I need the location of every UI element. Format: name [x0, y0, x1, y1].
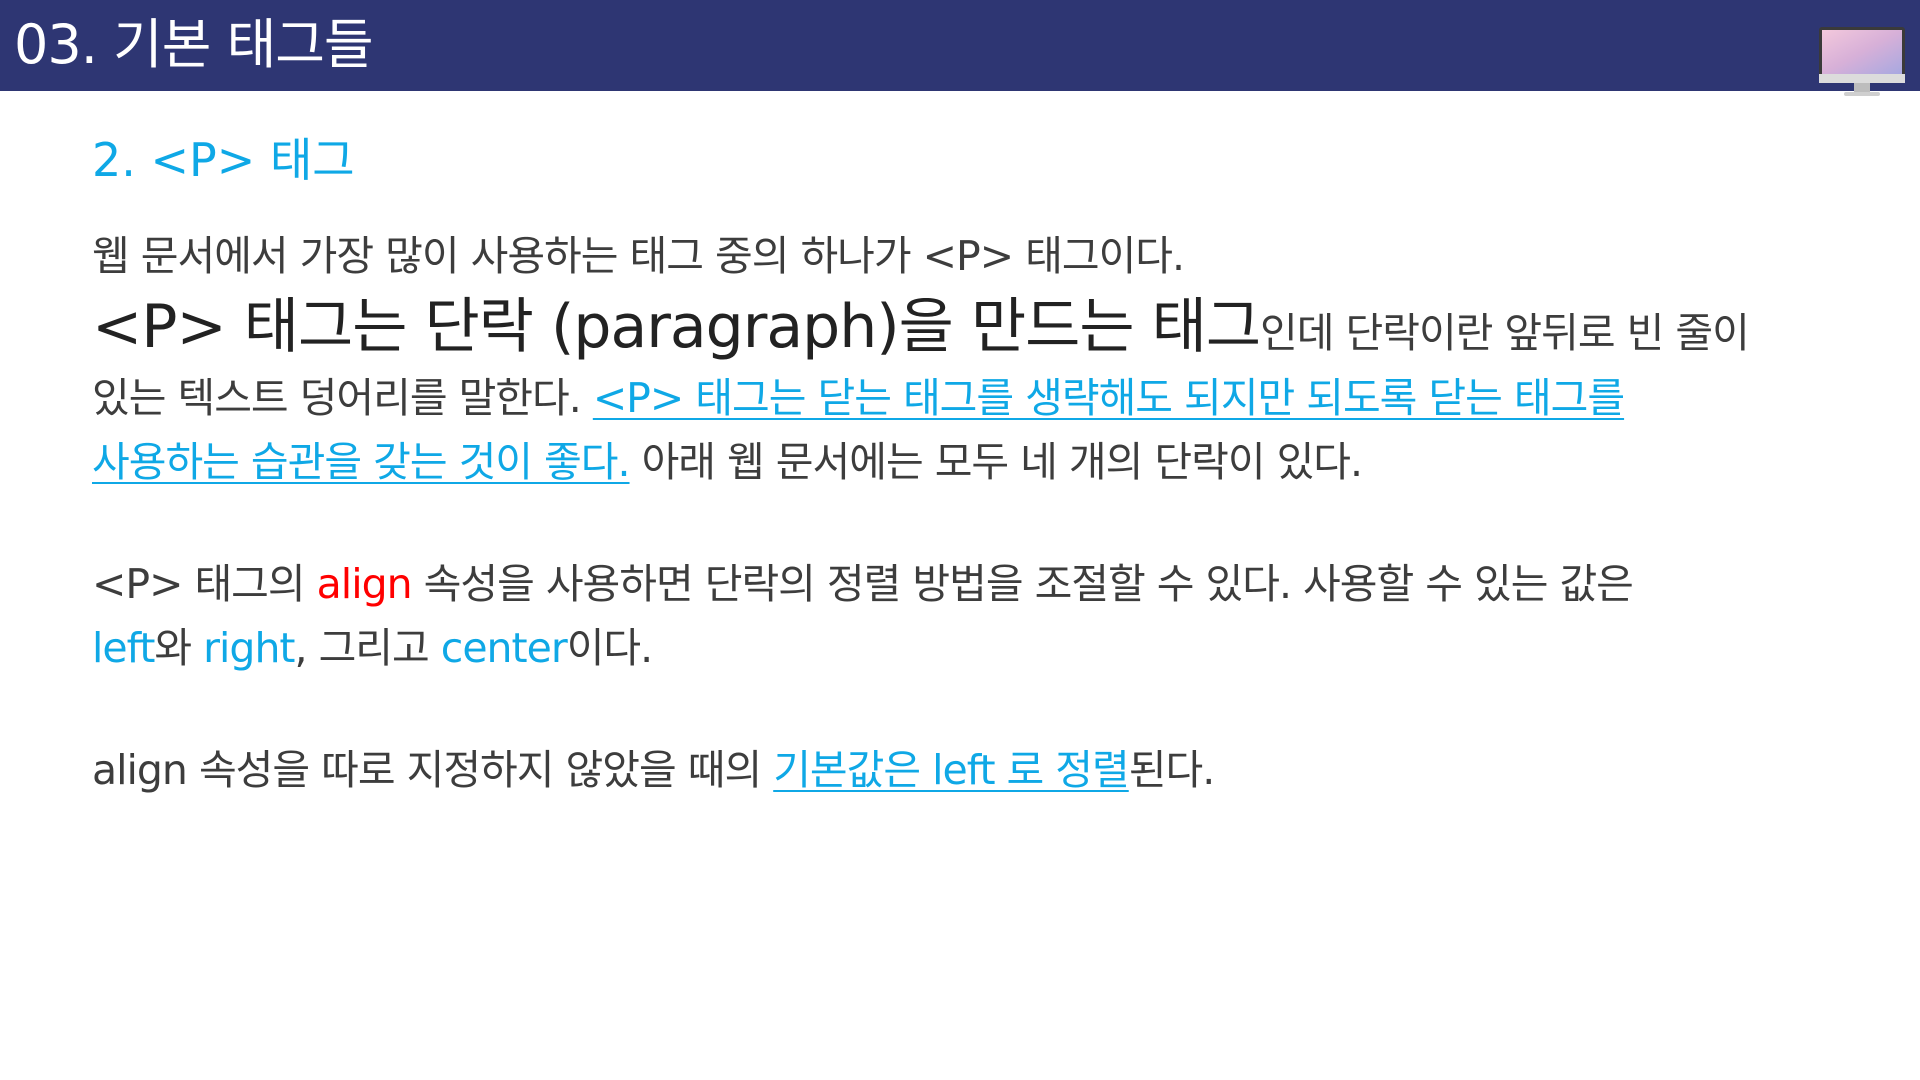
paragraph2-middle: 속성을 사용하면 단락의 정렬 방법을 조절할 수 있다. 사용할 수 있는 값…	[411, 560, 1634, 608]
paragraph2-end: 이다.	[566, 624, 653, 672]
paragraph1-line4: 사용하는 습관을 갖는 것이 좋다. 아래 웹 문서에는 모두 네 개의 단락이…	[92, 430, 1842, 494]
paragraph1-line1: 웹 문서에서 가장 많이 사용하는 태그 중의 하나가 <P> 태그이다.	[92, 232, 1185, 280]
align-keyword: align	[316, 560, 413, 608]
paragraph1-line3: 있는 텍스트 덩어리를 말한다. <P> 태그는 닫는 태그를 생략해도 되지만…	[92, 366, 1842, 430]
center-keyword: center	[440, 624, 568, 672]
slide: 03. 기본 태그들 2. <P> 태그 웹 문서에서 가장 많이 사용하는 태…	[0, 0, 1920, 1080]
highlight-link-1: <P> 태그는 닫는 태그를 생략해도 되지만 되도록 닫는 태그를	[592, 374, 1625, 422]
body-text: 웹 문서에서 가장 많이 사용하는 태그 중의 하나가 <P> 태그이다. <P…	[92, 224, 1842, 802]
left-keyword: left	[92, 624, 155, 672]
highlight-link-2: 사용하는 습관을 갖는 것이 좋다.	[92, 438, 631, 486]
paragraph2-wa: 와	[154, 624, 204, 672]
default-value-link: 기본값은 left 로 정렬	[773, 746, 1130, 794]
paragraph2-line1: <P> 태그의 align 속성을 사용하면 단락의 정렬 방법을 조절할 수 …	[92, 552, 1842, 616]
paragraph3-suffix: 된다.	[1128, 746, 1215, 794]
section-title: 2. <P> 태그	[92, 133, 355, 187]
page-title: 03. 기본 태그들	[14, 13, 374, 76]
paragraph1-line3-plain: 있는 텍스트 덩어리를 말한다.	[92, 374, 593, 422]
paragraph3-prefix: align 속성을 따로 지정하지 않았을 때의	[92, 746, 774, 794]
right-keyword: right	[203, 624, 295, 672]
paragraph2-line2: left와 right, 그리고 center이다.	[92, 616, 1842, 680]
paragraph2-prefix: <P> 태그의	[92, 560, 317, 608]
paragraph1-line2: <P> 태그는 단락 (paragraph)을 만드는 태그인데 단락이란 앞뒤…	[92, 288, 1842, 366]
emphasis-text: <P> 태그는 단락 (paragraph)을 만드는 태그	[92, 292, 1261, 362]
monitor-icon	[1819, 27, 1905, 96]
paragraph3-line1: align 속성을 따로 지정하지 않았을 때의 기본값은 left 로 정렬된…	[92, 738, 1842, 802]
paragraph1-line2-rest: 인데 단락이란 앞뒤로 빈 줄이	[1260, 309, 1750, 357]
header-bar: 03. 기본 태그들	[0, 0, 1920, 91]
paragraph2-comma: , 그리고	[294, 624, 441, 672]
paragraph1-line4-rest: 아래 웹 문서에는 모두 네 개의 단락이 있다.	[629, 438, 1364, 486]
